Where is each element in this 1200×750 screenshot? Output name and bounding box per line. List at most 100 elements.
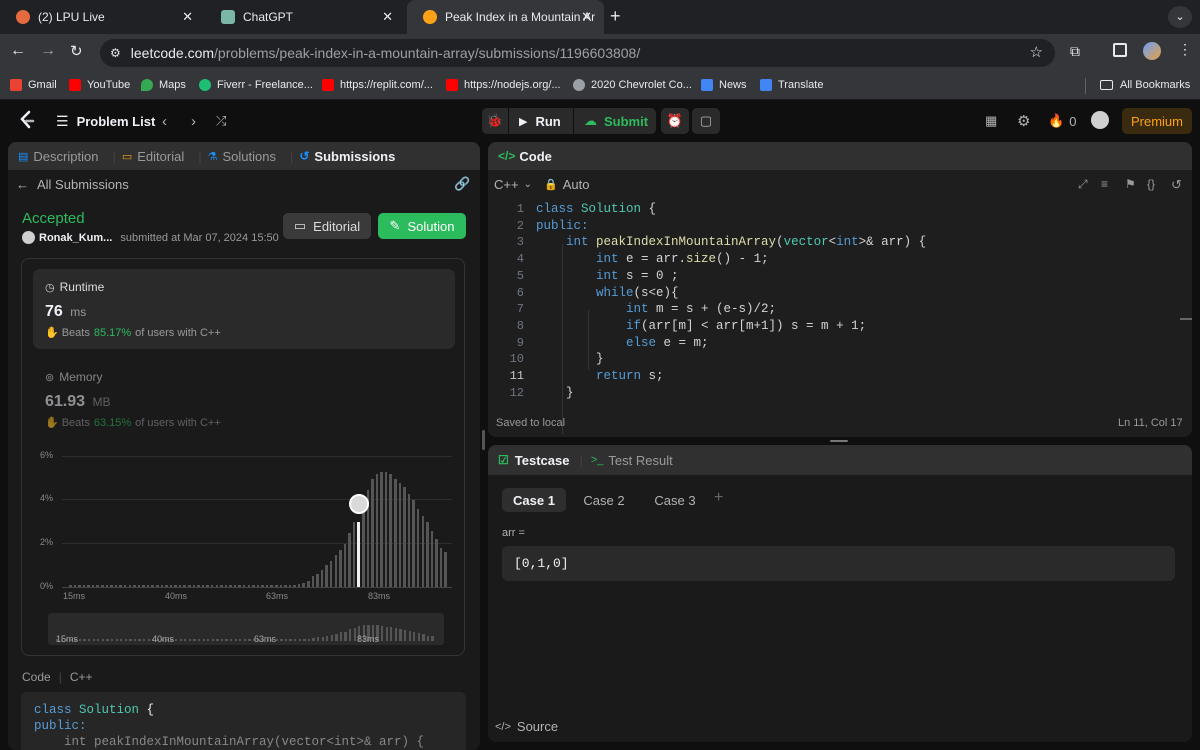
chart-bar[interactable] bbox=[325, 565, 328, 587]
chart-bar[interactable] bbox=[297, 583, 301, 587]
problem-list-button[interactable]: ☰ Problem List bbox=[56, 108, 155, 134]
code-preview[interactable]: class Solution { public: int peakIndexIn… bbox=[21, 692, 466, 750]
chart-bar[interactable] bbox=[247, 584, 251, 587]
chart-bar[interactable] bbox=[407, 493, 411, 587]
chart-bar[interactable] bbox=[435, 539, 438, 587]
chart-bar[interactable] bbox=[316, 574, 319, 587]
chart-bar[interactable] bbox=[233, 584, 237, 587]
chart-bar[interactable] bbox=[261, 584, 264, 587]
add-case-icon[interactable]: + bbox=[714, 489, 723, 507]
chart-bar[interactable] bbox=[375, 474, 379, 587]
chart-bar[interactable] bbox=[421, 515, 425, 587]
chart-bar[interactable] bbox=[210, 584, 214, 587]
case-2-button[interactable]: Case 2 bbox=[572, 488, 636, 512]
browser-tab-chatgpt[interactable]: ChatGPT ✕ bbox=[205, 0, 405, 34]
vertical-resize-handle[interactable] bbox=[482, 430, 485, 450]
reload-icon[interactable]: ↻ bbox=[70, 42, 83, 60]
chart-bar[interactable] bbox=[142, 584, 145, 587]
chart-bar[interactable] bbox=[123, 584, 127, 587]
code-editor[interactable]: 1 class Solution {2 public: 3 int peakIndex… bbox=[488, 202, 1192, 434]
chart-bar[interactable] bbox=[357, 522, 360, 587]
chart-bar[interactable] bbox=[352, 522, 356, 587]
chart-bar[interactable] bbox=[155, 584, 159, 587]
tab-editorial[interactable]: ▭ Editorial bbox=[122, 149, 184, 164]
chart-bar[interactable] bbox=[178, 584, 182, 587]
source-link[interactable]: </> Source bbox=[495, 719, 558, 734]
chart-bar[interactable] bbox=[329, 561, 333, 587]
chart-bar[interactable] bbox=[444, 552, 447, 587]
tab-description[interactable]: ▤ Description bbox=[18, 149, 98, 164]
case-3-button[interactable]: Case 3 bbox=[643, 488, 707, 512]
chart-bar[interactable] bbox=[394, 478, 397, 587]
chart-bar[interactable] bbox=[174, 584, 177, 587]
tab-testcase[interactable]: ☑ Testcase bbox=[498, 453, 569, 468]
settings-gear-icon[interactable]: ⚙ bbox=[1017, 108, 1030, 134]
chart-bar[interactable] bbox=[384, 472, 388, 587]
chart-bar[interactable] bbox=[380, 472, 383, 587]
chart-bar[interactable] bbox=[229, 584, 232, 587]
close-tab-icon[interactable]: ✕ bbox=[581, 9, 592, 25]
address-bar[interactable]: ⚙ leetcode.com /problems/peak-index-in-a… bbox=[100, 39, 1055, 67]
tab-solutions[interactable]: ⚗ Solutions bbox=[208, 149, 276, 164]
chart-bar[interactable] bbox=[307, 580, 310, 587]
chart-bar[interactable] bbox=[220, 584, 223, 587]
chart-bar[interactable] bbox=[256, 584, 260, 587]
streak-counter[interactable]: 🔥 0 bbox=[1048, 108, 1076, 134]
chart-bar[interactable] bbox=[137, 584, 141, 587]
bookmark-youtube[interactable]: YouTube bbox=[69, 79, 130, 91]
chart-bar[interactable] bbox=[188, 584, 191, 587]
side-panel-icon[interactable] bbox=[1113, 43, 1127, 57]
editorial-button[interactable]: ▭ Editorial bbox=[283, 213, 371, 239]
chart-bar[interactable] bbox=[119, 584, 122, 587]
chart-bar[interactable] bbox=[87, 584, 90, 587]
chart-bar[interactable] bbox=[311, 576, 315, 587]
chart-bar[interactable] bbox=[91, 584, 95, 587]
extensions-icon[interactable]: ⧉ bbox=[1070, 43, 1080, 60]
braces-icon[interactable]: {} bbox=[1147, 177, 1155, 191]
share-link-icon[interactable]: 🔗 bbox=[454, 176, 470, 192]
chart-bar[interactable] bbox=[169, 584, 173, 587]
chart-bar[interactable] bbox=[430, 530, 434, 587]
chart-bar[interactable] bbox=[224, 584, 228, 587]
bookmark-star-icon[interactable]: ☆ bbox=[1030, 43, 1043, 61]
format-icon[interactable]: ≡ bbox=[1101, 177, 1108, 191]
runtime-card[interactable]: ◷ Runtime 76 ms ✋ Beats 85.17% of users w… bbox=[33, 269, 455, 349]
chart-bar[interactable] bbox=[160, 584, 164, 587]
chart-bar[interactable] bbox=[412, 500, 415, 587]
all-submissions-link[interactable]: ← All Submissions bbox=[16, 177, 129, 192]
chart-bar[interactable] bbox=[348, 532, 351, 587]
site-info-icon[interactable]: ⚙ bbox=[110, 46, 121, 60]
chart-bar[interactable] bbox=[403, 487, 406, 587]
username[interactable]: Ronak_Kum... bbox=[39, 232, 112, 244]
chart-bar[interactable] bbox=[96, 584, 99, 587]
solution-button[interactable]: ✎ Solution bbox=[378, 213, 466, 239]
close-tab-icon[interactable]: ✕ bbox=[182, 9, 193, 25]
chart-bar[interactable] bbox=[371, 478, 374, 587]
chart-bar[interactable] bbox=[238, 584, 241, 587]
tab-submissions[interactable]: ↺ Submissions bbox=[299, 149, 395, 164]
chart-bar[interactable] bbox=[105, 584, 109, 587]
chart-bar[interactable] bbox=[133, 584, 136, 587]
chart-bar[interactable] bbox=[265, 584, 269, 587]
case-1-button[interactable]: Case 1 bbox=[502, 488, 566, 512]
timer-icon[interactable]: ⏰ bbox=[661, 108, 689, 134]
chart-bar[interactable] bbox=[192, 584, 196, 587]
run-button[interactable]: ▶ Run bbox=[509, 108, 573, 134]
prev-problem-icon[interactable]: ‹ bbox=[162, 108, 167, 134]
chart-bar[interactable] bbox=[146, 584, 150, 587]
bookmark-translate[interactable]: Translate bbox=[760, 79, 823, 91]
chart-bar[interactable] bbox=[101, 584, 104, 587]
chart-bar[interactable] bbox=[288, 584, 292, 587]
chart-bar[interactable] bbox=[334, 554, 338, 587]
memory-card[interactable]: ⊚ Memory 61.93 MB ✋ Beats 63.15% of users… bbox=[33, 359, 455, 439]
profile-avatar[interactable] bbox=[1143, 42, 1161, 60]
chart-bar[interactable] bbox=[416, 509, 420, 587]
all-bookmarks[interactable]: All Bookmarks bbox=[1100, 79, 1190, 91]
layout-icon[interactable]: ▦ bbox=[985, 108, 997, 134]
tab-search-icon[interactable]: ⌄ bbox=[1168, 6, 1192, 28]
reset-icon[interactable]: ↺ bbox=[1171, 177, 1182, 193]
chart-bar[interactable] bbox=[197, 584, 200, 587]
browser-tab-leetcode[interactable]: Peak Index in a Mountain Arra ✕ bbox=[407, 0, 604, 34]
fullscreen-icon[interactable]: ⤢ bbox=[1078, 177, 1088, 192]
chart-bar[interactable] bbox=[426, 522, 429, 587]
